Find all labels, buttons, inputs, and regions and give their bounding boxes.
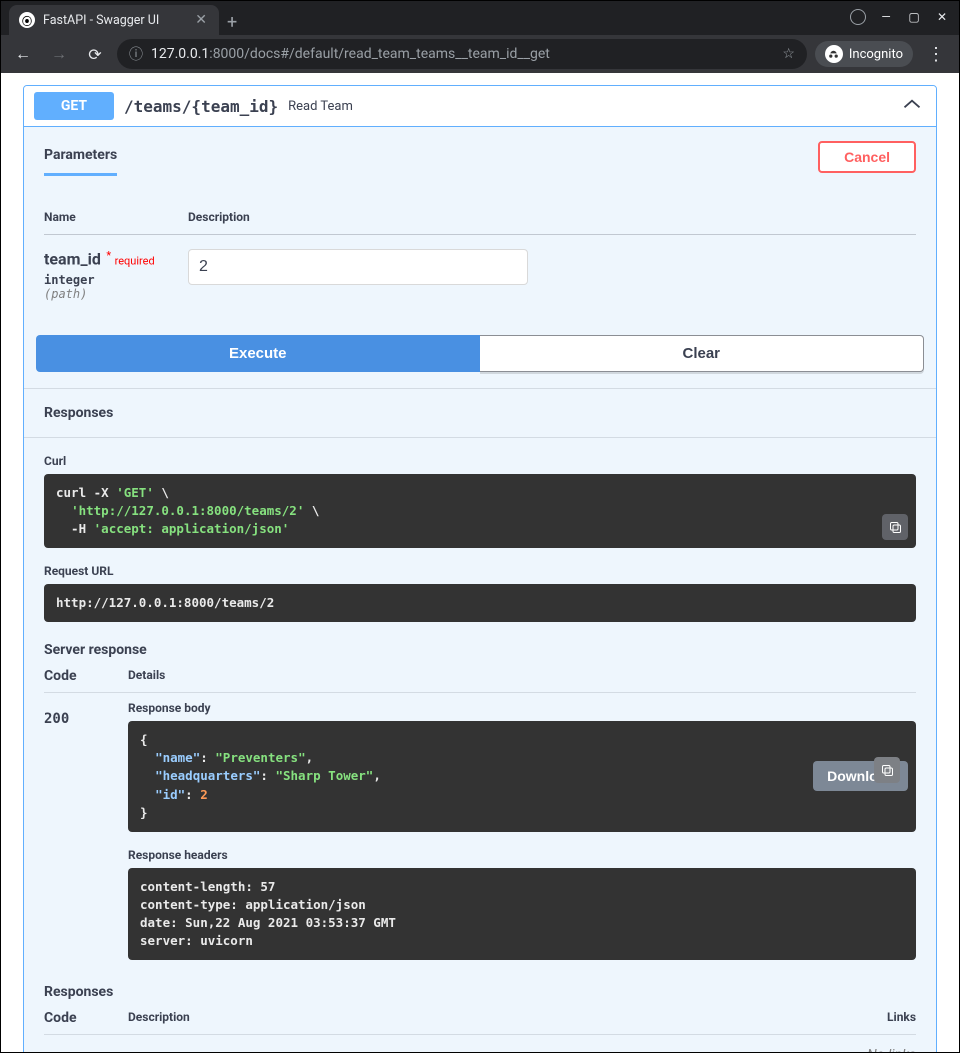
execute-row: Execute Clear (24, 335, 936, 388)
col-links: Links (887, 1010, 916, 1026)
response-headers-codeblock: content-length: 57 content-type: applica… (128, 868, 916, 961)
server-response-label: Server response (44, 642, 916, 658)
response-body-label: Response body (128, 701, 916, 715)
parameters-table: Name Description team_id * required inte… (24, 176, 936, 335)
execute-button[interactable]: Execute (36, 335, 480, 372)
incognito-icon (825, 45, 843, 63)
server-response-row: 200 Response body { "name": "Preventers"… (44, 692, 916, 968)
param-type: integer (44, 273, 176, 287)
forward-icon[interactable]: → (45, 40, 73, 68)
close-tab-icon[interactable]: ✕ (193, 12, 209, 28)
browser-menu-icon[interactable]: ⋮ (921, 44, 951, 65)
parameters-header: Parameters Cancel (24, 127, 936, 176)
tab-parameters[interactable]: Parameters (44, 137, 117, 176)
site-info-icon[interactable]: ⓘ (129, 44, 143, 64)
operation-block: GET /teams/{team_id} Read Team Parameter… (23, 85, 937, 1052)
new-tab-button[interactable]: + (219, 10, 245, 35)
window-minimize-icon[interactable]: — (873, 5, 899, 29)
response-body-codeblock: { "name": "Preventers", "headquarters": … (128, 721, 916, 832)
browser-window: ⦿ FastAPI - Swagger UI ✕ + — ▢ ✕ ← → ⟳ ⓘ… (0, 0, 960, 1053)
schema-code: 200 (44, 1043, 128, 1052)
col-description2: Description (128, 1010, 190, 1026)
operation-path: /teams/{team_id} (124, 97, 278, 116)
curl-codeblock: curl -X 'GET' \ 'http://127.0.0.1:8000/t… (44, 474, 916, 548)
operation-summary[interactable]: GET /teams/{team_id} Read Team (24, 86, 936, 127)
responses-schema-label: Responses (44, 984, 916, 1000)
favicon-icon: ⦿ (19, 12, 35, 28)
window-unknown-icon[interactable] (845, 5, 871, 29)
param-name: team_id * required (44, 249, 176, 269)
col-code2: Code (44, 1010, 128, 1026)
window-controls: — ▢ ✕ (845, 5, 955, 29)
response-code: 200 (44, 701, 128, 727)
chevron-up-icon[interactable] (902, 98, 922, 114)
cancel-button[interactable]: Cancel (818, 141, 916, 173)
col-description: Description (188, 210, 250, 224)
col-details: Details (128, 668, 165, 684)
col-code: Code (44, 668, 128, 684)
param-in: (path) (44, 287, 176, 301)
address-bar[interactable]: ⓘ 127.0.0.1:8000/docs#/default/read_team… (117, 39, 807, 69)
page-scroll[interactable]: GET /teams/{team_id} Read Team Parameter… (1, 73, 959, 1052)
request-url-label: Request URL (44, 564, 916, 578)
param-row: team_id * required integer (path) (44, 235, 916, 311)
curl-label: Curl (44, 454, 916, 468)
browser-tabbar: ⦿ FastAPI - Swagger UI ✕ + — ▢ ✕ (1, 1, 959, 35)
param-input-team-id[interactable] (188, 249, 528, 285)
response-schema-row: 200 Successful Response No links (44, 1034, 916, 1052)
schema-links: No links (867, 1043, 916, 1052)
browser-toolbar: ← → ⟳ ⓘ 127.0.0.1:8000/docs#/default/rea… (1, 35, 959, 73)
col-name: Name (44, 210, 176, 224)
request-url-codeblock: http://127.0.0.1:8000/teams/2 (44, 584, 916, 622)
response-headers-label: Response headers (128, 848, 916, 862)
back-icon[interactable]: ← (9, 40, 37, 68)
page-viewport: GET /teams/{team_id} Read Team Parameter… (1, 73, 959, 1052)
copy-body-icon[interactable] (874, 757, 900, 783)
clear-button[interactable]: Clear (480, 335, 925, 372)
bookmark-icon[interactable]: ☆ (782, 46, 795, 62)
incognito-badge[interactable]: Incognito (815, 41, 913, 67)
reload-icon[interactable]: ⟳ (81, 40, 109, 68)
http-method-badge: GET (34, 92, 114, 120)
required-star-icon: * (106, 249, 111, 262)
responses-title: Responses (24, 388, 936, 438)
operation-desc: Read Team (288, 99, 353, 114)
window-maximize-icon[interactable]: ▢ (901, 5, 927, 29)
url-text: 127.0.0.1:8000/docs#/default/read_team_t… (151, 46, 550, 62)
tab-title: FastAPI - Swagger UI (43, 13, 185, 28)
copy-curl-icon[interactable] (882, 514, 908, 540)
browser-tab[interactable]: ⦿ FastAPI - Swagger UI ✕ (9, 5, 219, 35)
window-close-icon[interactable]: ✕ (929, 5, 955, 29)
